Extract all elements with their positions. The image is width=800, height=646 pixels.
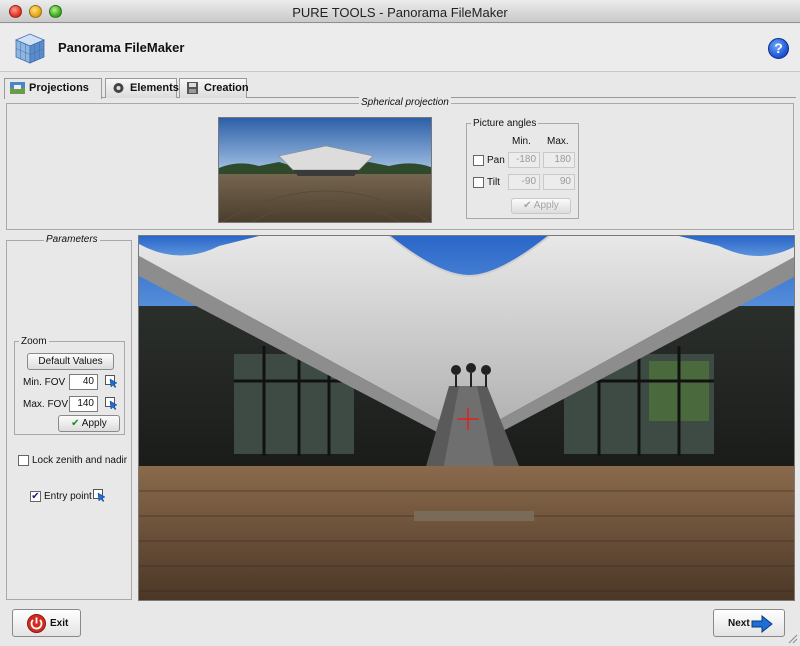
tilt-min-field[interactable]: -90 [508,174,540,190]
exit-button[interactable]: Exit [12,609,81,637]
arrow-right-icon [751,615,773,633]
tab-label: Elements [130,82,179,94]
panorama-thumbnail [218,117,432,223]
angles-apply-button[interactable]: ✔ Apply [511,198,571,214]
tilt-max-field[interactable]: 90 [543,174,575,190]
window-title: PURE TOOLS - Panorama FileMaker [292,5,508,20]
app-logo-icon [14,33,46,64]
pan-label: Pan [487,155,505,166]
app-header: Panorama FileMaker ? [0,24,800,72]
tab-projections[interactable]: Projections [4,78,102,99]
tab-label: Projections [29,82,89,94]
min-fov-field[interactable]: 40 [69,374,98,390]
spherical-projection-panel: Spherical projection [6,97,794,230]
panorama-view-image [139,236,794,600]
tab-elements[interactable]: Elements [105,78,179,98]
spherical-projection-legend: Spherical projection [359,97,451,108]
min-fov-picker-icon[interactable] [105,375,118,388]
pan-checkbox[interactable] [473,155,484,166]
tilt-label: Tilt [487,177,500,188]
tilt-checkbox[interactable] [473,177,484,188]
entry-point-picker-icon[interactable] [93,489,106,502]
zoom-apply-button[interactable]: ✔ Apply [58,415,120,432]
globe-icon [10,82,25,94]
next-button[interactable]: Next [713,609,785,637]
exit-label: Exit [50,618,69,629]
zoom-panel: Zoom Default Values Min. FOV 40 Max. FOV… [14,336,125,435]
angles-apply-label: Apply [533,200,559,211]
parameters-legend: Parameters [44,234,100,245]
panorama-thumbnail-image [219,118,431,222]
check-icon: ✔ [523,200,532,211]
picture-angles-panel: Picture angles Min. Max. Pan -180 180 Ti… [466,118,579,219]
picture-angles-legend: Picture angles [471,118,539,129]
next-label: Next [728,618,750,629]
zoom-legend: Zoom [19,336,49,347]
pan-min-field[interactable]: -180 [508,152,540,168]
panorama-viewer[interactable] [138,235,795,601]
default-values-button[interactable]: Default Values [27,353,114,370]
min-fov-label: Min. FOV [23,377,66,388]
window-title-bar: PURE TOOLS - Panorama FileMaker [0,0,800,23]
lock-zenith-checkbox[interactable] [18,455,29,466]
max-fov-label: Max. FOV [23,399,69,410]
power-icon [27,614,46,633]
max-fov-picker-icon[interactable] [105,397,118,410]
tab-label: Creation [204,82,249,94]
help-icon[interactable]: ? [768,38,789,59]
max-fov-field[interactable]: 140 [69,396,98,412]
entry-point-label: Entry point [44,491,92,502]
check-icon: ✔ [71,418,80,429]
zoom-apply-label: Apply [81,418,107,429]
pan-max-field[interactable]: 180 [543,152,575,168]
resize-grip-icon[interactable] [787,633,798,644]
max-header: Max. [547,136,569,147]
floppy-disk-icon [187,82,198,94]
tab-creation[interactable]: Creation [179,78,249,98]
app-name: Panorama FileMaker [58,40,185,55]
gear-icon [113,83,124,93]
entry-point-checkbox[interactable]: ✔ [30,491,41,502]
lock-zenith-label: Lock zenith and nadir [32,455,128,466]
min-header: Min. [512,136,531,147]
